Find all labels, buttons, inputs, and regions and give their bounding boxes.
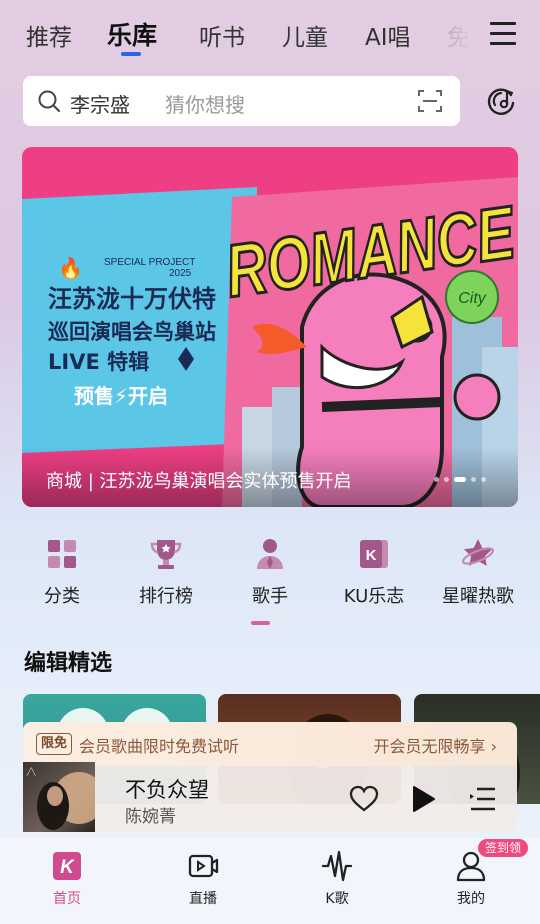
banner-year: 2025 [169,268,192,279]
banner-artwork: City ROMANCE 🔥 SPECIAL PROJECT 2025 汪苏泷十… [22,147,518,507]
grid-icon [48,540,76,568]
music-recognition-icon[interactable] [486,86,516,116]
promo-banner[interactable]: City ROMANCE 🔥 SPECIAL PROJECT 2025 汪苏泷十… [22,147,518,507]
k-song-icon [321,850,353,882]
special-project-label: SPECIAL PROJECT [104,257,195,268]
category-label: 歌手 [252,586,288,607]
membership-cta[interactable]: 开会员无限畅享 › [374,733,498,757]
banner-headline-3: LIVE 特辑 [48,350,149,374]
search-keyword: 李宗盛 [70,93,130,117]
tab-ai-sing[interactable]: AI唱 [365,18,411,52]
membership-text: 会员歌曲限时免费试听 [79,737,240,756]
album-cover[interactable]: ╱╲ [23,762,95,832]
bottom-nav: K 首页 直播 K歌 我的 [0,838,540,924]
tab-fade-overlay [430,10,486,54]
category-charts[interactable]: 排行榜 [114,536,218,608]
song-artist: 陈婉菁 [125,807,176,827]
live-icon [188,854,219,878]
mini-player[interactable]: ╱╲ 不负众望 陈婉菁 [23,762,517,832]
banner-headline-2: 巡回演唱会鸟巢站 [48,320,216,344]
song-title: 不负众望 [125,778,209,802]
signin-badge[interactable]: 签到领 [478,839,529,857]
search-hint: 猜你想搜 [165,93,245,117]
singer-icon [257,539,283,569]
category-label: 排行榜 [139,586,193,607]
city-badge-text: City [458,290,487,307]
category-ku-magazine[interactable]: K KU乐志 [322,536,426,608]
section-title: 编辑精选 [24,651,113,676]
category-singers[interactable]: 歌手 [218,536,322,608]
heart-icon[interactable] [349,785,379,813]
home-k-icon: K [53,852,81,880]
banner-headline-1: 汪苏泷十万伏特 [48,285,216,313]
nav-label: 我的 [457,891,485,907]
svg-text:╱╲: ╱╲ [26,767,36,776]
play-icon[interactable] [409,784,437,814]
nav-k-song[interactable]: K歌 [292,850,382,908]
nav-live[interactable]: 直播 [158,850,248,908]
nav-label: 首页 [53,891,81,907]
category-label: KU乐志 [343,586,405,607]
category-classify[interactable]: 分类 [10,536,114,608]
top-tab-bar: 推荐 乐库 听书 儿童 AI唱 免 [0,0,540,66]
presale-label: 预售⚡开启 [74,384,168,408]
active-tab-underline [121,52,141,56]
tab-recommend[interactable]: 推荐 [26,18,72,52]
tab-music-library[interactable]: 乐库 [107,16,157,52]
nav-home[interactable]: K 首页 [22,850,112,908]
category-label: 星曜热歌 [442,586,514,607]
ku-magazine-icon: K [360,540,388,568]
playlist-icon[interactable] [469,786,497,812]
search-bar[interactable]: 李宗盛 猜你想搜 [23,76,460,126]
category-page-indicator [251,621,289,625]
star-icon [461,539,495,566]
menu-icon[interactable] [490,22,516,46]
nav-label: K歌 [325,891,349,907]
category-label: 分类 [44,586,80,607]
svg-text:K: K [60,857,75,878]
trophy-icon [150,540,182,569]
banner-caption: 商城 | 汪苏泷鸟巢演唱会实体预售开启 [46,471,352,492]
nav-profile[interactable]: 我的 [426,850,516,908]
free-limited-tag: 限免 [36,733,73,755]
tab-kids[interactable]: 儿童 [282,18,328,52]
scan-icon[interactable] [417,88,443,114]
svg-text:K: K [366,547,377,564]
nav-label: 直播 [189,891,217,907]
search-icon [38,90,60,112]
fire-icon: 🔥 [58,256,83,280]
category-star-hits[interactable]: 星曜热歌 [426,536,530,608]
membership-banner[interactable]: 限免 会员歌曲限时免费试听 开会员无限畅享 › [23,722,517,766]
tab-audiobooks[interactable]: 听书 [199,18,245,52]
